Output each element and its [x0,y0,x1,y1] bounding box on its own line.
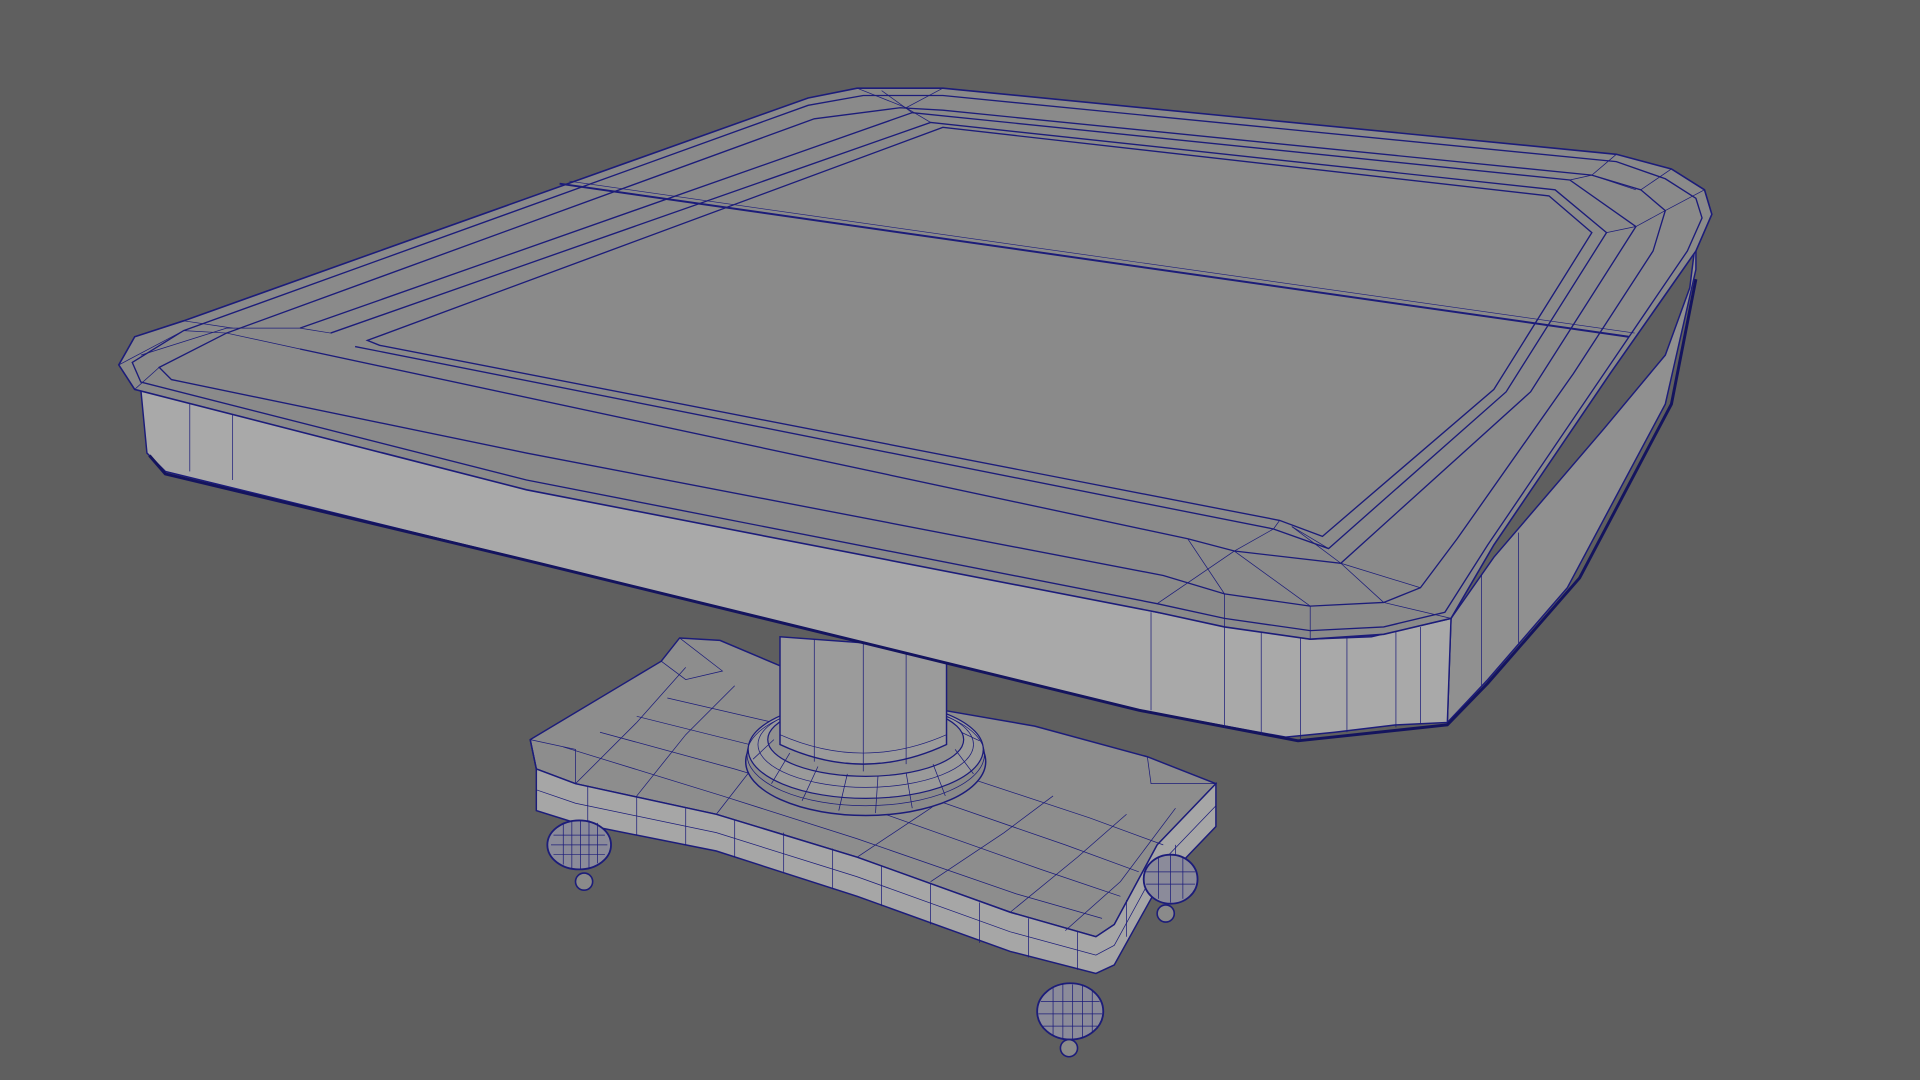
wireframe-render [117,87,1713,1058]
tabletop-surface [117,87,1713,640]
3d-viewport[interactable] [0,0,1920,1080]
caster-left [546,819,612,891]
caster-right [1142,853,1199,923]
caster-front [1036,982,1105,1058]
